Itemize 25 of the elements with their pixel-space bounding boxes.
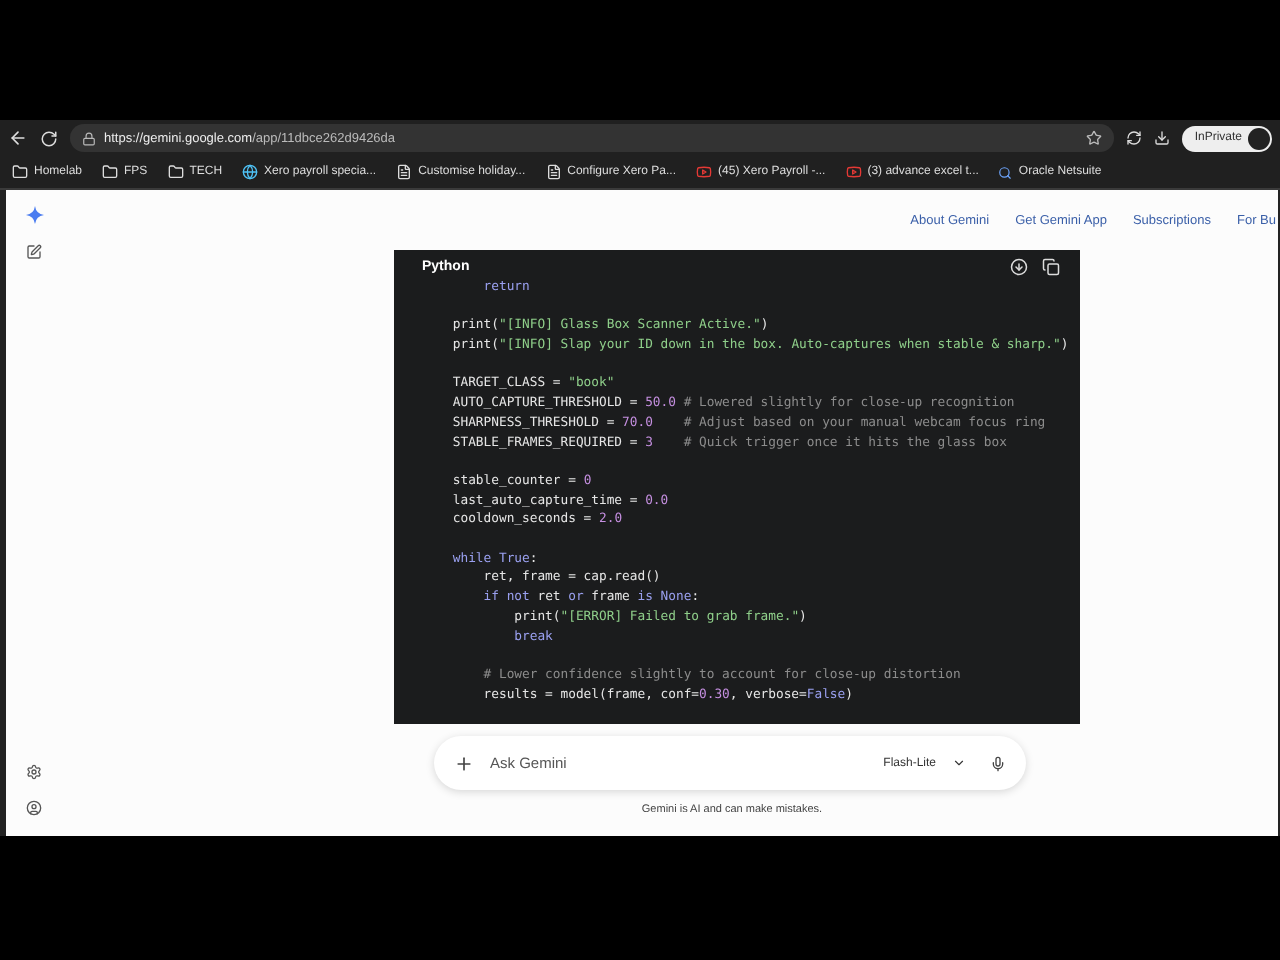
avatar-icon <box>1248 127 1270 149</box>
settings-icon[interactable] <box>26 764 42 780</box>
page-icon <box>396 164 413 180</box>
globe-icon <box>242 164 259 180</box>
star-icon[interactable] <box>1086 130 1103 146</box>
lock-icon <box>82 131 96 145</box>
play-icon <box>696 164 713 180</box>
folder-icon <box>12 164 28 180</box>
back-icon[interactable] <box>8 128 28 148</box>
sync-icon[interactable] <box>1126 130 1143 146</box>
sparkle-logo-icon[interactable] <box>25 206 43 224</box>
download-icon[interactable] <box>1154 130 1171 146</box>
download-icon[interactable] <box>1010 258 1028 277</box>
mic-icon[interactable] <box>990 755 1006 771</box>
folder-icon <box>167 164 184 180</box>
refresh-icon[interactable] <box>40 129 58 147</box>
page-icon <box>545 164 562 180</box>
play-icon <box>845 164 862 180</box>
copy-icon[interactable] <box>1042 258 1060 277</box>
folder-icon <box>102 164 119 180</box>
search-icon <box>998 165 1013 179</box>
plus-icon[interactable] <box>454 753 474 773</box>
chevron-icon <box>952 756 966 770</box>
account-icon[interactable] <box>26 800 42 816</box>
new-chat-icon[interactable] <box>26 244 42 260</box>
